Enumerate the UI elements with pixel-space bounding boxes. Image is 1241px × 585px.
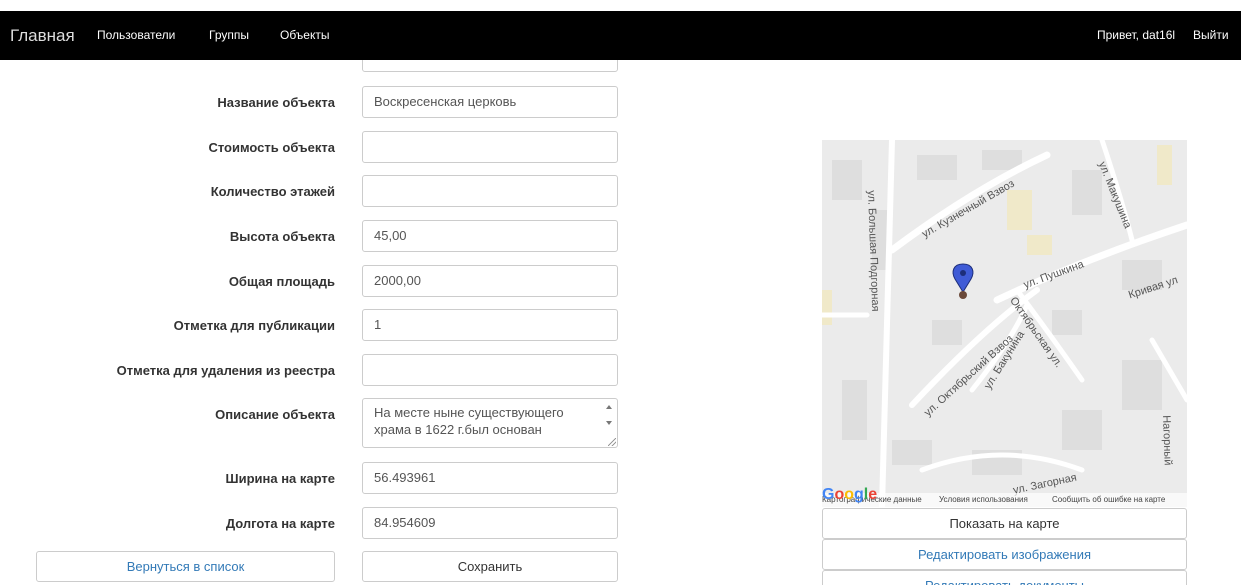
resize-grip-icon[interactable] [608,438,616,446]
nav-home-link[interactable]: Главная [10,11,75,60]
delete-flag-input[interactable] [362,354,618,386]
save-button[interactable]: Сохранить [362,551,618,582]
height-input[interactable]: 45,00 [362,220,618,252]
area-label: Общая площадь [228,274,335,289]
nav-users-link[interactable]: Пользователи [97,11,175,60]
description-label: Описание объекта [215,407,335,422]
nav-logout-link[interactable]: Выйти [1193,11,1229,60]
navbar: Главная Пользователи Группы Объекты Прив… [0,11,1241,60]
description-text: На месте ныне существующего храма в 1622… [374,405,564,437]
page: Главная Пользователи Группы Объекты Прив… [0,0,1241,585]
area-input[interactable]: 2000,00 [362,265,618,297]
google-logo[interactable]: Google [822,486,877,504]
floors-input[interactable] [362,175,618,207]
back-to-list-button[interactable]: Вернуться в список [36,551,335,582]
nav-objects-link[interactable]: Объекты [280,11,330,60]
map-report-link[interactable]: Сообщить об ошибке на карте [1052,493,1165,507]
publish-flag-label: Отметка для публикации [173,318,335,333]
name-label: Название объекта [217,95,335,110]
map-terms-link[interactable]: Условия использования [939,493,1028,507]
description-textarea[interactable]: На месте ныне существующего храма в 1622… [362,398,618,448]
lng-label: Долгота на карте [225,516,335,531]
scroll-down-icon[interactable] [606,421,612,425]
lng-input[interactable]: 84.954609 [362,507,618,539]
map[interactable]: ул. Кузнечный Взвоз ул. Макушина ул. Бол… [822,140,1187,507]
height-label: Высота объекта [229,229,335,244]
show-on-map-button[interactable]: Показать на карте [822,508,1187,539]
edit-images-button[interactable]: Редактировать изображения [822,539,1187,570]
publish-flag-input[interactable]: 1 [362,309,618,341]
scroll-up-icon[interactable] [606,405,612,409]
lat-input[interactable]: 56.493961 [362,462,618,494]
delete-flag-label: Отметка для удаления из реестра [116,363,335,378]
map-label-nagorny: Нагорный [1160,415,1174,466]
nav-greeting[interactable]: Привет, dat16l [1097,11,1175,60]
name-input[interactable]: Воскресенская церковь [362,86,618,118]
cost-label: Стоимость объекта [208,140,335,155]
cost-input[interactable] [362,131,618,163]
edit-documents-button[interactable]: Редактировать документы [822,570,1187,585]
nav-groups-link[interactable]: Группы [209,11,249,60]
lat-label: Ширина на карте [225,471,335,486]
floors-label: Количество этажей [210,184,335,199]
